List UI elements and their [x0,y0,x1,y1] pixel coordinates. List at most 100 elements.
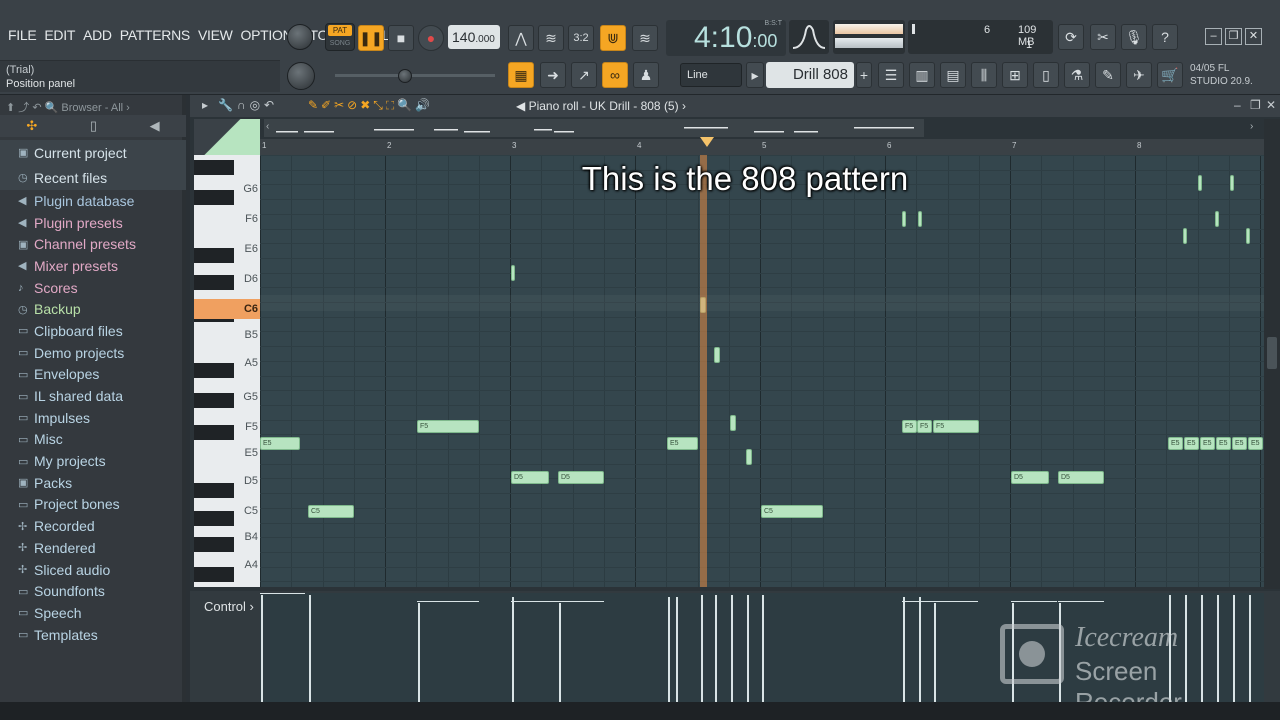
vertical-scrollbar[interactable] [1264,119,1280,589]
note[interactable]: C5 [308,505,354,518]
note[interactable]: F5 [933,420,979,433]
menu-add[interactable]: ADD [79,27,116,43]
tool-corner[interactable] [194,119,260,155]
browser-item[interactable]: ▭ Clipboard files [0,320,186,342]
link-icon[interactable]: ∞ [602,62,628,88]
playlist-icon[interactable]: ☰ [878,62,904,88]
browser-item[interactable]: ▭ Project bones [0,494,186,516]
pr-maximize-icon[interactable]: ❐ [1250,98,1261,112]
black-key[interactable] [194,393,234,408]
note[interactable]: E5 [1248,437,1263,450]
main-pitch-knob[interactable] [287,62,315,90]
note[interactable]: F5 [917,420,932,433]
fl-news-panel[interactable]: 04/05 FL STUDIO 20.9. [1190,62,1253,88]
note[interactable]: E5 [1168,437,1183,450]
countdown-icon[interactable]: 3:2 [568,25,594,51]
all-tab-icon[interactable]: ✣ [26,118,37,134]
tempo-display[interactable]: 140.000 [448,25,500,49]
browser-item[interactable]: ▭ Templates [0,624,186,646]
pattern-overview[interactable] [264,119,924,137]
stop-button[interactable]: ■ [388,25,414,51]
browser-item[interactable]: ▭ Envelopes [0,364,186,386]
black-key[interactable] [194,567,234,582]
browser-item[interactable]: ✢ Rendered [0,537,186,559]
note[interactable] [511,265,515,281]
browser-item[interactable]: ♪ Scores [0,277,186,299]
scroll-left-icon[interactable]: ‹ [266,121,269,132]
oscilloscope-display[interactable] [789,20,829,54]
pattern-prev-icon[interactable]: ▸ [746,62,764,88]
browser-item[interactable]: ✢ Sliced audio [0,559,186,581]
master-slider-handle[interactable] [398,69,412,83]
note[interactable]: D5 [1011,471,1049,484]
minimize-button[interactable]: – [1205,28,1222,45]
browser-item[interactable]: ✢ Recorded [0,515,186,537]
note[interactable] [918,211,922,227]
black-key[interactable] [194,511,234,526]
browser-item[interactable]: ▭ My projects [0,450,186,472]
black-key[interactable] [194,425,234,440]
browser-item[interactable]: ▭ Impulses [0,407,186,429]
note[interactable]: E5 [667,437,698,450]
note[interactable]: E5 [1216,437,1231,450]
arrow-tool-icon[interactable]: ➜ [540,62,566,88]
note[interactable] [1215,211,1219,227]
pr-edit-tools-icons[interactable]: ✎✐✂⊘✖⤡⛶🔍🔊 [308,98,433,113]
note[interactable]: E5 [1184,437,1199,450]
snap-line-select[interactable]: Line [680,63,742,87]
piano-roll-window-icon[interactable]: ▥ [909,62,935,88]
pr-tools-icons[interactable]: 🔧∩◎↶ [218,98,278,112]
browser-item[interactable]: ▭ Demo projects [0,342,186,364]
blend-notes-icon[interactable]: ≋ [632,25,658,51]
menu-file[interactable]: FILE [4,27,40,43]
record-button[interactable]: ● [418,25,444,51]
browser-header[interactable]: ⬆ ⤴ ↶ 🔍 Browser - All › [6,99,130,115]
note[interactable] [1230,175,1234,191]
piano-roll-icon[interactable]: ▦ [508,62,534,88]
note[interactable]: F5 [417,420,479,433]
note[interactable] [714,347,720,363]
note[interactable]: E5 [1200,437,1215,450]
browser-item[interactable]: ◷ Backup [0,298,186,320]
pause-button[interactable]: ❚❚ [358,25,384,51]
browser-item[interactable]: ▣ Current project [0,140,186,165]
note[interactable]: E5 [260,437,300,450]
master-slider-track[interactable] [335,74,495,77]
scroll-right-icon[interactable]: › [1250,121,1253,132]
menu-patterns[interactable]: PATTERNS [116,27,194,43]
shop-icon[interactable]: 🛒 [1157,62,1183,88]
browser-item[interactable]: ▭ Soundfonts [0,580,186,602]
browser-item[interactable]: ◀ Plugin database [0,190,186,212]
note-grid[interactable]: E5 C5 F5 D5 D5 E5 C5 F5 F5 F5 D5 D5 E5 E5 E5 E5 E5 E5 [260,155,1264,587]
pr-close-icon[interactable]: ✕ [1266,98,1276,112]
brush-icon[interactable]: ✈ [1126,62,1152,88]
song-position-display[interactable]: 4:10:00 B:S:T [666,20,786,56]
pat-song-toggle[interactable]: PAT SONG [325,23,355,51]
help-icon[interactable]: ? [1152,24,1178,50]
pencil-tool-icon[interactable]: ↗ [571,62,597,88]
note[interactable]: F5 [902,420,917,433]
browser-item[interactable]: ◀ Plugin presets [0,212,186,234]
timeline-ruler[interactable]: 1 2 3 4 5 6 7 8 [260,137,1264,155]
pr-menu-arrow-icon[interactable]: ▸ [202,98,208,112]
tool-icon[interactable]: ✎ [1095,62,1121,88]
browser-icon[interactable]: ▯ [1033,62,1059,88]
browser-item[interactable]: ◷ Recent files [0,165,186,190]
main-volume-knob[interactable] [287,24,313,50]
piano-keyboard[interactable]: G6 F6 E6 D6 C6 B5 A5 G5 F5 E5 D5 C5 B4 A4 [194,155,260,587]
note[interactable]: D5 [1058,471,1104,484]
plugin-tab-icon[interactable]: ◀ [150,118,160,134]
close-button[interactable]: ✕ [1245,28,1262,45]
note[interactable] [730,415,736,431]
black-key[interactable] [194,483,234,498]
browser-item[interactable]: ▭ IL shared data [0,385,186,407]
note[interactable] [1246,228,1250,244]
black-key[interactable] [194,248,234,263]
note[interactable]: E5 [1232,437,1247,450]
browser-item[interactable]: ▣ Channel presets [0,233,186,255]
menu-view[interactable]: VIEW [194,27,237,43]
playhead-marker-icon[interactable] [700,137,714,147]
note[interactable] [1198,175,1202,191]
note[interactable] [1183,228,1187,244]
plugin-picker-icon[interactable]: ⚗ [1064,62,1090,88]
